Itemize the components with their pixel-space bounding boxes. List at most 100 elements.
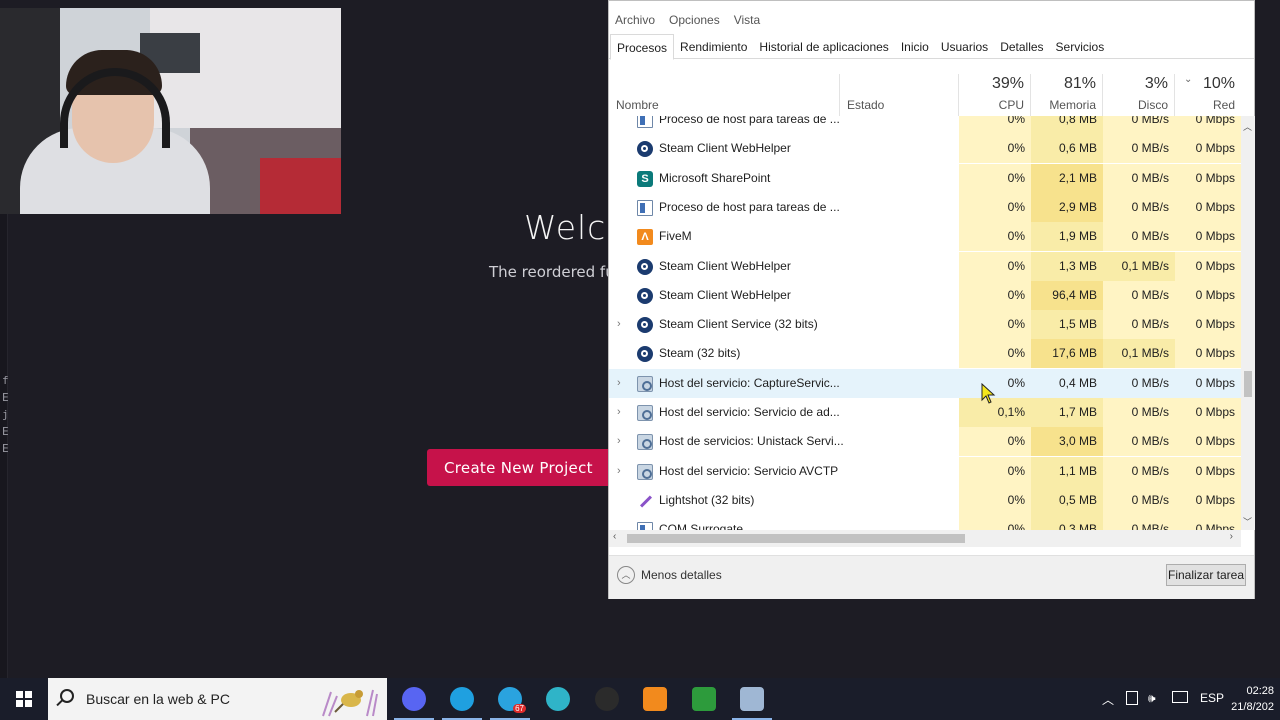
- start-button[interactable]: [0, 678, 48, 720]
- fivem-taskbar-icon[interactable]: [643, 687, 667, 711]
- search-placeholder: Buscar en la web & PC: [86, 691, 230, 707]
- left-sidebar-text: f E j E E: [2, 374, 9, 455]
- scroll-up-icon[interactable]: ︿: [1243, 120, 1252, 133]
- vertical-scroll-thumb[interactable]: [1244, 371, 1252, 397]
- scroll-right-icon[interactable]: ›: [1230, 531, 1233, 542]
- tab-inicio[interactable]: Inicio: [895, 34, 935, 59]
- task-manager-icon[interactable]: [732, 687, 772, 720]
- process-disk: 0 MB/s: [1103, 280, 1175, 310]
- process-network: 0 Mbps: [1175, 280, 1241, 310]
- process-cpu: 0%: [959, 163, 1031, 193]
- process-name: Lightshot (32 bits): [659, 492, 755, 507]
- process-disk: 0 MB/s: [1103, 163, 1175, 193]
- process-disk: 0 MB/s: [1103, 222, 1175, 252]
- expand-chevron-icon[interactable]: ›: [617, 398, 621, 427]
- process-row[interactable]: Steam Client WebHelper 0% 96,4 MB 0 MB/s 0 M…: [609, 280, 1241, 310]
- process-row[interactable]: › Host del servicio: Servicio AVCTP 0% 1,1 …: [609, 456, 1241, 486]
- chevron-up-circle-icon: ︿: [617, 566, 635, 584]
- process-disk: 0,1 MB/s: [1103, 251, 1175, 281]
- process-row[interactable]: Steam Client WebHelper 0% 0,6 MB 0 MB/s 0 Mb…: [609, 134, 1241, 164]
- process-cpu: 0%: [959, 515, 1031, 530]
- process-network: 0 Mbps: [1175, 134, 1241, 164]
- vim-icon[interactable]: [692, 687, 716, 711]
- process-row[interactable]: S Microsoft SharePoint 0% 2,1 MB 0 MB/s 0 Mbp…: [609, 163, 1241, 193]
- steam-icon: [637, 258, 653, 275]
- process-memory: 1,5 MB: [1031, 310, 1103, 340]
- clock[interactable]: 02:28 21/8/202: [1231, 683, 1274, 715]
- process-row[interactable]: › Steam Client Service (32 bits) 0% 1,5 MB 0…: [609, 310, 1241, 340]
- process-network: 0 Mbps: [1175, 456, 1241, 486]
- volume-icon[interactable]: 🕪: [1148, 691, 1156, 706]
- process-disk: 0 MB/s: [1103, 398, 1175, 427]
- column-header-status[interactable]: Estado: [840, 74, 959, 116]
- expand-chevron-icon[interactable]: ›: [617, 310, 621, 339]
- process-row[interactable]: › Host del servicio: Servicio de ad... 0,1…: [609, 398, 1241, 427]
- obs-icon[interactable]: [595, 687, 619, 711]
- taskbar-search-box[interactable]: Buscar en la web & PC: [48, 678, 387, 720]
- edge-icon[interactable]: [442, 687, 482, 720]
- process-cpu: 0%: [959, 339, 1031, 369]
- process-row[interactable]: Proceso de host para tareas de ... 0% 2,9 …: [609, 192, 1241, 222]
- horizontal-scrollbar[interactable]: ‹ ›: [609, 530, 1241, 547]
- tab-usuarios[interactable]: Usuarios: [935, 34, 994, 59]
- process-row[interactable]: Λ FiveM 0% 1,9 MB 0 MB/s 0 Mbps: [609, 222, 1241, 252]
- process-row[interactable]: Steam (32 bits) 0% 17,6 MB 0,1 MB/s 0 Mbps: [609, 339, 1241, 369]
- language-indicator[interactable]: ESP: [1200, 691, 1224, 705]
- process-cpu: 0%: [959, 134, 1031, 164]
- process-name: Steam Client Service (32 bits): [659, 317, 818, 332]
- expand-chevron-icon[interactable]: ›: [617, 369, 621, 398]
- telegram-icon[interactable]: 67: [490, 687, 530, 720]
- process-row[interactable]: Lightshot (32 bits) 0% 0,5 MB 0 MB/s 0 Mbps: [609, 485, 1241, 515]
- column-header-memory[interactable]: 81% Memoria: [1031, 74, 1103, 116]
- tab-bar: Procesos Rendimiento Historial de aplica…: [609, 34, 1254, 60]
- process-name: Steam (32 bits): [659, 346, 741, 361]
- end-task-button[interactable]: Finalizar tarea: [1166, 564, 1246, 586]
- process-row[interactable]: Steam Client WebHelper 0% 1,3 MB 0,1 MB/s 0 …: [609, 251, 1241, 281]
- process-row[interactable]: › Host de servicios: Unistack Servi... 0% 3…: [609, 427, 1241, 457]
- battery-icon[interactable]: [1126, 691, 1138, 705]
- process-name: Host del servicio: Servicio AVCTP: [659, 463, 839, 478]
- column-header-network[interactable]: 10% Red: [1175, 74, 1241, 116]
- process-cpu: 0%: [959, 485, 1031, 515]
- process-row[interactable]: › Host del servicio: CaptureServic... 0% 0,…: [609, 368, 1241, 398]
- vertical-scrollbar[interactable]: ︿ ﹀: [1241, 116, 1255, 530]
- less-details-button[interactable]: ︿ Menos detalles: [617, 566, 722, 584]
- process-network: 0 Mbps: [1175, 310, 1241, 340]
- process-row[interactable]: Proceso de host para tareas de ... 0% 0,8 …: [609, 116, 1241, 134]
- expand-chevron-icon[interactable]: ›: [617, 427, 621, 456]
- show-hidden-icons-chevron-icon[interactable]: ︿: [1102, 691, 1114, 708]
- column-header-cpu[interactable]: 39% CPU: [959, 74, 1031, 116]
- process-memory: 1,3 MB: [1031, 251, 1103, 281]
- tab-detalles[interactable]: Detalles: [994, 34, 1049, 59]
- process-cpu: 0%: [959, 116, 1031, 134]
- scroll-left-icon[interactable]: ‹: [613, 531, 616, 542]
- network-icon[interactable]: [1172, 691, 1188, 703]
- process-network: 0 Mbps: [1195, 375, 1235, 390]
- process-disk: 0 MB/s: [1103, 116, 1175, 134]
- process-disk: 0 MB/s: [1103, 427, 1175, 457]
- column-header-name[interactable]: Nombre: [609, 74, 840, 116]
- steam-icon: [637, 141, 653, 158]
- tab-historial[interactable]: Historial de aplicaciones: [753, 34, 894, 59]
- notification-badge: 67: [513, 704, 526, 713]
- create-new-project-button[interactable]: Create New Project: [427, 449, 627, 486]
- tab-servicios[interactable]: Servicios: [1050, 34, 1111, 59]
- process-list: Proceso de host para tareas de ... 0% 0,8 …: [609, 116, 1241, 530]
- expand-chevron-icon[interactable]: ›: [617, 457, 621, 486]
- process-memory: 3,0 MB: [1031, 427, 1103, 457]
- menu-vista[interactable]: Vista: [734, 13, 760, 27]
- horizontal-scroll-thumb[interactable]: [627, 534, 965, 543]
- scroll-down-icon[interactable]: ﹀: [1243, 515, 1252, 528]
- process-disk: 0,1 MB/s: [1103, 339, 1175, 369]
- process-row[interactable]: COM Surrogate 0% 0,3 MB 0 MB/s 0 Mbps: [609, 515, 1241, 530]
- column-header-disk[interactable]: 3% Disco: [1103, 74, 1175, 116]
- steam-icon: [637, 317, 653, 334]
- edge-2-icon[interactable]: [546, 687, 570, 711]
- process-memory: 96,4 MB: [1031, 280, 1103, 310]
- clock-date: 21/8/202: [1231, 701, 1274, 713]
- menu-archivo[interactable]: Archivo: [615, 13, 655, 27]
- discord-icon[interactable]: [394, 687, 434, 720]
- tab-procesos[interactable]: Procesos: [610, 34, 675, 60]
- tab-rendimiento[interactable]: Rendimiento: [674, 34, 753, 59]
- menu-opciones[interactable]: Opciones: [669, 13, 720, 27]
